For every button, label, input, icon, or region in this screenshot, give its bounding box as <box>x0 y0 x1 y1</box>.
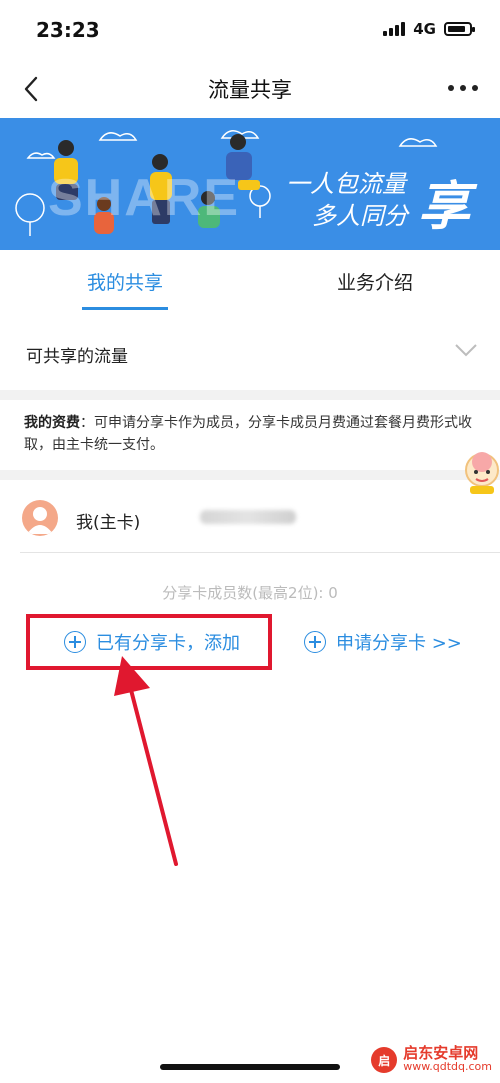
member-number-blurred <box>200 510 296 524</box>
status-bar: 23:23 4G <box>0 0 500 60</box>
apply-share-card-label: 申请分享卡 >> <box>336 633 462 654</box>
banner-slogan-line2: 多人同分 <box>312 202 408 230</box>
status-time: 23:23 <box>36 18 100 42</box>
home-indicator[interactable] <box>160 1064 340 1070</box>
section-divider <box>0 470 500 480</box>
battery-icon <box>444 22 475 36</box>
chevron-down-icon <box>455 344 477 357</box>
fee-text: ：可申请分享卡作为成员，分享卡成员月费通过套餐月费形式收取，由主卡统一支付。 <box>24 415 472 453</box>
member-label: 我(主卡) <box>76 513 141 533</box>
watermark-logo: 启 <box>371 1047 398 1073</box>
watermark-name: 启东安卓网 <box>403 1044 479 1062</box>
watermark-url: www.qdtdq.com <box>403 1060 492 1073</box>
banner-slogan-line1: 一人包流量 <box>286 170 406 198</box>
shareable-traffic-label: 可共享的流量 <box>26 347 128 367</box>
nav-bar: 流量共享 <box>0 60 500 118</box>
shareable-traffic-row[interactable]: 可共享的流量 <box>0 312 500 390</box>
status-indicators: 4G <box>383 20 475 38</box>
tab-bar: 我的共享 业务介绍 <box>0 250 500 313</box>
member-row[interactable]: 我(主卡) <box>20 492 500 553</box>
fee-title: 我的资费 <box>24 415 80 431</box>
active-tab-indicator <box>82 307 168 310</box>
tab-business-intro[interactable]: 业务介绍 <box>250 250 500 312</box>
banner-slogan-big: 享 <box>418 177 471 237</box>
member-count-text: 分享卡成员数(最高2位): 0 <box>162 584 338 602</box>
signal-icon <box>383 22 406 36</box>
promo-banner[interactable]: SHARE 一人包流量 多人同分 享 <box>0 118 500 250</box>
more-options-button[interactable] <box>448 78 478 98</box>
banner-share-text: SHARE <box>48 169 241 227</box>
more-dots-icon <box>448 85 454 91</box>
plus-circle-icon <box>304 631 326 653</box>
mascot-icon[interactable] <box>460 448 500 496</box>
page-title: 流量共享 <box>208 78 292 102</box>
site-watermark: 启 启东安卓网 www.qdtdq.com <box>371 1046 492 1074</box>
apply-share-card-button[interactable]: 申请分享卡 >> <box>304 626 462 658</box>
fee-description: 我的资费：可申请分享卡作为成员，分享卡成员月费通过套餐月费形式收取，由主卡统一支… <box>24 412 480 456</box>
user-icon <box>27 507 53 534</box>
annotation-arrow <box>114 656 178 866</box>
avatar <box>22 500 58 536</box>
network-type: 4G <box>413 20 436 38</box>
section-divider <box>0 390 500 400</box>
tab-my-share[interactable]: 我的共享 <box>0 250 250 312</box>
